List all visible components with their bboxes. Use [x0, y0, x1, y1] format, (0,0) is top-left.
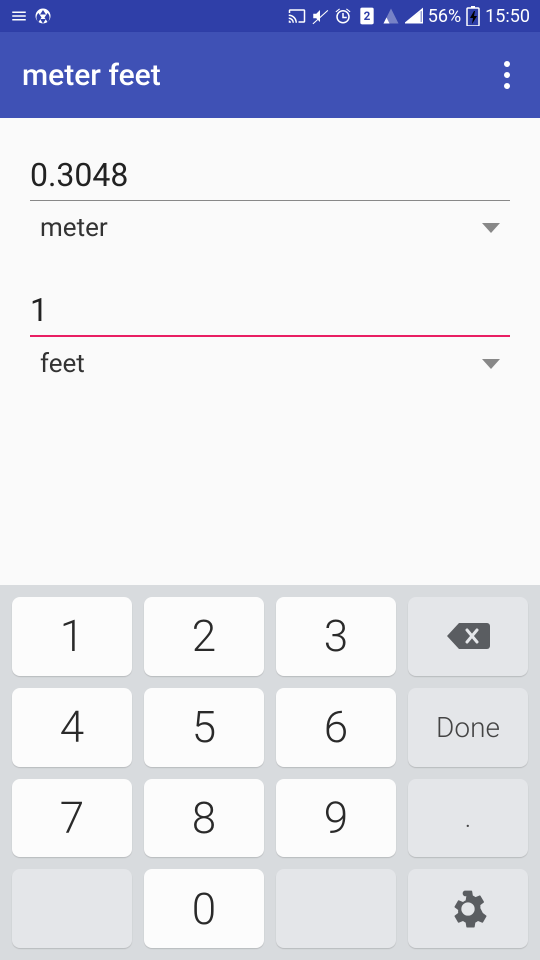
value-2-input[interactable]	[30, 283, 510, 337]
unit-1-dropdown[interactable]: meter	[30, 201, 510, 253]
status-left	[10, 7, 52, 25]
key-3[interactable]: 3	[276, 597, 396, 676]
numeric-keyboard: 1 2 3 4 5 6 Done 7 8 9 . 0	[0, 585, 540, 960]
unit-2-dropdown[interactable]: feet	[30, 337, 510, 389]
cast-icon	[288, 7, 306, 25]
unit-1-label: meter	[40, 213, 108, 243]
key-1[interactable]: 1	[12, 597, 132, 676]
status-bar: 2 56% 15:50	[0, 0, 540, 32]
empty-key	[12, 869, 132, 948]
dropdown-arrow-icon	[482, 359, 500, 369]
key-8[interactable]: 8	[144, 779, 264, 858]
key-9[interactable]: 9	[276, 779, 396, 858]
signal-full-icon	[405, 7, 423, 25]
overflow-menu-button[interactable]	[496, 53, 518, 97]
backspace-key[interactable]	[408, 597, 528, 676]
dropdown-arrow-icon	[482, 223, 500, 233]
clock-time: 15:50	[485, 6, 530, 27]
app-bar: meter feet	[0, 32, 540, 118]
empty-key	[276, 869, 396, 948]
menu-icon	[10, 7, 28, 25]
key-6[interactable]: 6	[276, 688, 396, 767]
backspace-icon	[445, 621, 491, 651]
content-area: meter feet	[0, 118, 540, 585]
done-key[interactable]: Done	[408, 688, 528, 767]
gear-icon	[448, 889, 488, 929]
key-2[interactable]: 2	[144, 597, 264, 676]
key-4[interactable]: 4	[12, 688, 132, 767]
status-right: 2 56% 15:50	[288, 6, 530, 27]
aperture-icon	[34, 7, 52, 25]
signal-weak-icon	[382, 7, 400, 25]
app-title: meter feet	[22, 58, 161, 93]
mute-icon	[311, 7, 329, 25]
sim-2-icon: 2	[357, 6, 377, 26]
settings-key[interactable]	[408, 869, 528, 948]
svg-text:2: 2	[363, 9, 370, 23]
key-7[interactable]: 7	[12, 779, 132, 858]
alarm-icon	[334, 7, 352, 25]
key-0[interactable]: 0	[144, 869, 264, 948]
key-5[interactable]: 5	[144, 688, 264, 767]
battery-charging-icon	[466, 6, 480, 26]
battery-pct: 56%	[428, 6, 461, 27]
unit-2-label: feet	[40, 349, 85, 379]
value-1-input[interactable]	[30, 148, 510, 201]
decimal-key[interactable]: .	[408, 779, 528, 858]
